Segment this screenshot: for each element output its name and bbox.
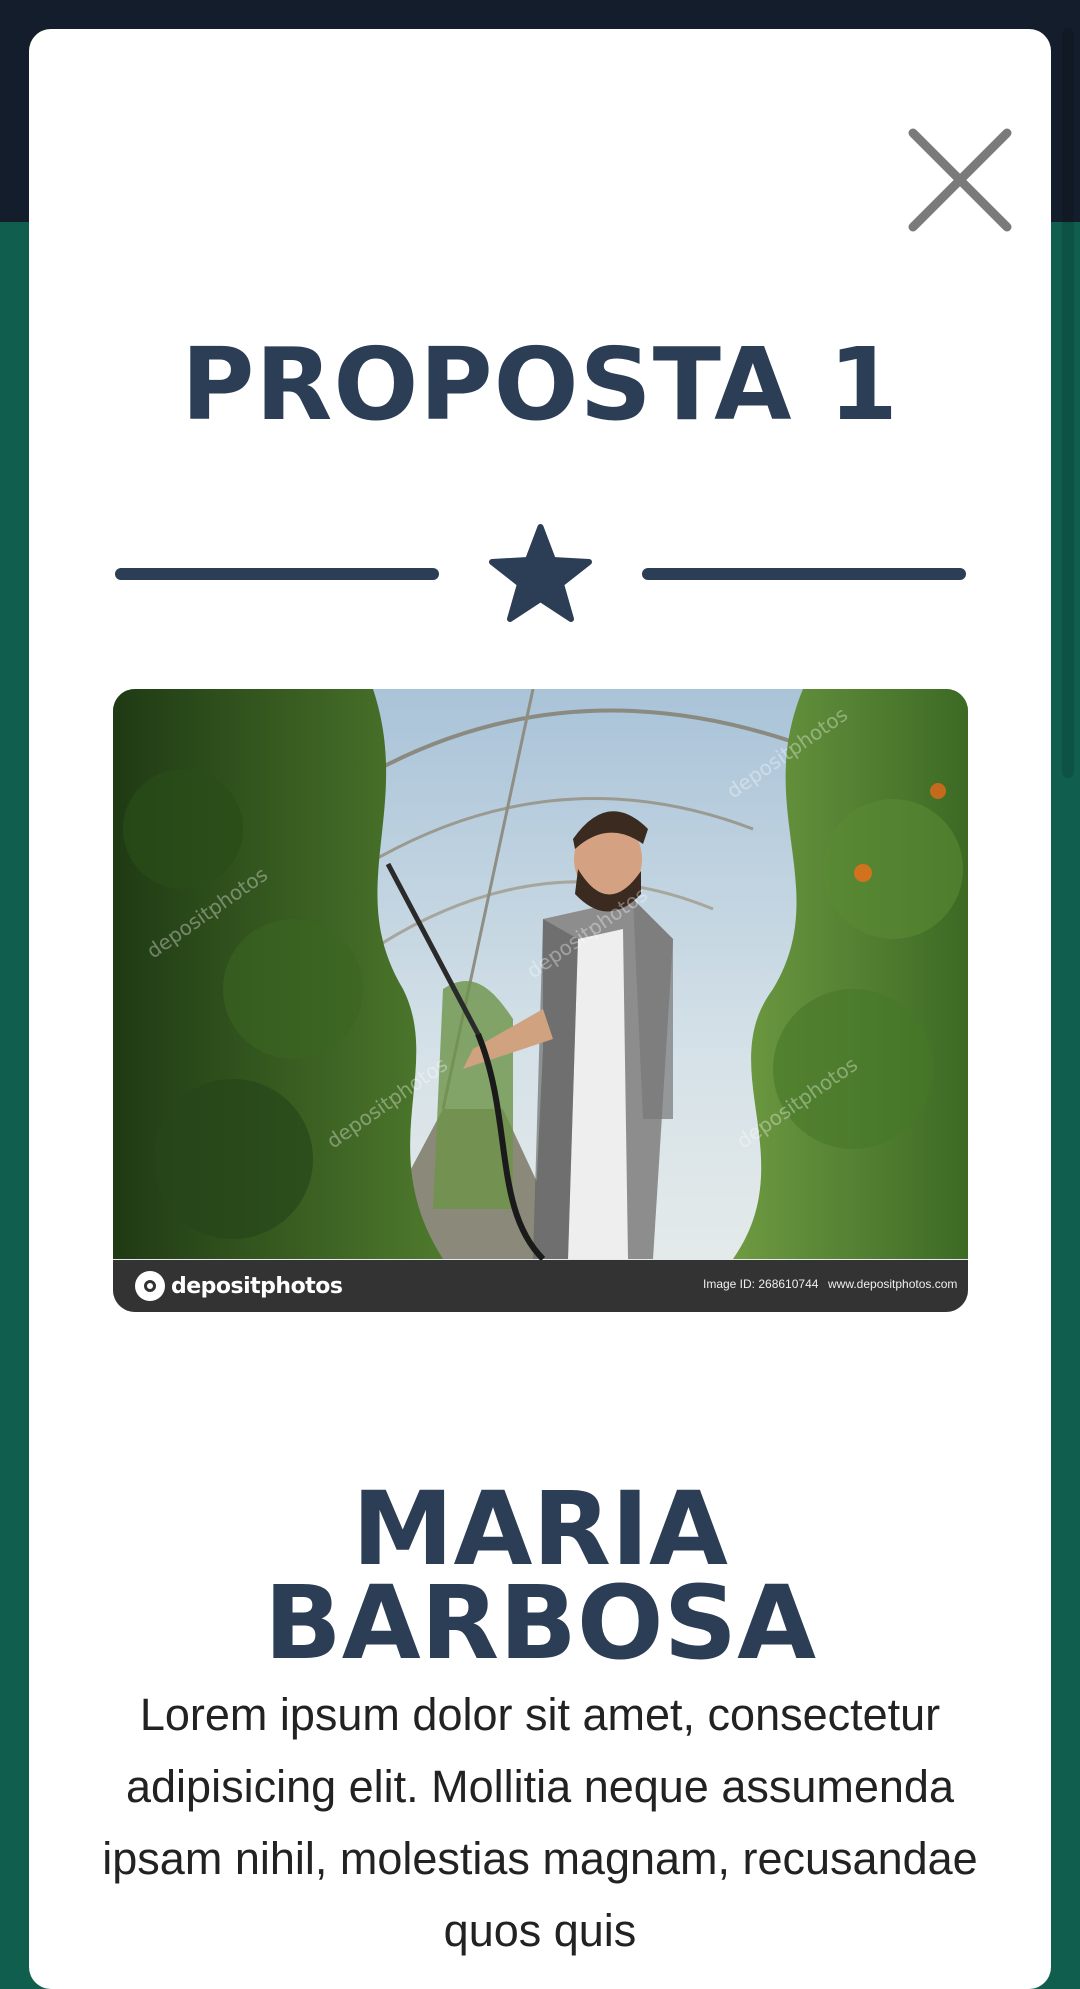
image-id: Image ID: 268610744: [703, 1277, 819, 1291]
profile-photo: depositphotos depositphotos depositphoto…: [113, 689, 968, 1312]
camera-icon: [135, 1271, 165, 1301]
close-button[interactable]: [905, 125, 1015, 235]
scrollbar[interactable]: [1062, 28, 1074, 778]
close-icon: [908, 128, 1012, 232]
person-name: MARIA BARBOSA: [29, 1470, 1051, 1683]
modal-title: PROPOSTA 1: [181, 326, 899, 443]
person-bio: Lorem ipsum dolor sit amet, consectetur …: [102, 1689, 978, 1956]
watermark-brand: depositphotos: [171, 1273, 343, 1299]
depositphotos-logo: depositphotos: [135, 1269, 343, 1303]
person-name-line2: BARBOSA: [263, 1564, 817, 1683]
star-divider: [113, 521, 968, 629]
star-icon: [489, 524, 592, 622]
person-name-line1: MARIA: [352, 1470, 728, 1589]
image-url: www.depositphotos.com: [828, 1277, 958, 1291]
proposal-modal: PROPOSTA 1 depositphotos depositphotos d…: [29, 29, 1051, 1989]
photo-credit-bar: depositphotos Image ID: 268610744 www.de…: [113, 1260, 968, 1312]
photo-farmer-greenhouse: depositphotos depositphotos depositphoto…: [113, 689, 968, 1312]
